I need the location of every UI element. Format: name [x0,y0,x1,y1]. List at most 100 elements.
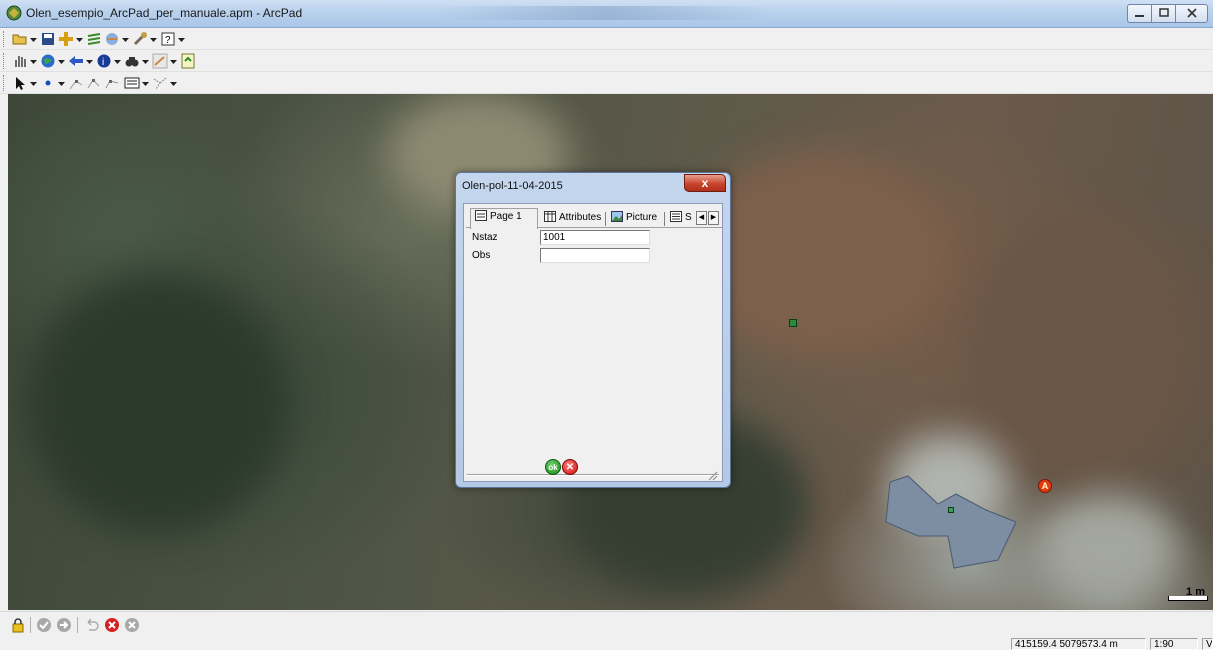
coordinates-readout: 415159.4 5079573.4 m [1011,638,1146,650]
vertex-move-icon[interactable] [104,75,120,91]
identify-icon[interactable]: i [96,53,112,69]
chevron-down-icon[interactable] [142,58,149,65]
chevron-down-icon[interactable] [30,58,37,65]
check-icon[interactable] [36,617,52,633]
undo-icon[interactable] [84,617,100,633]
obs-input[interactable] [540,248,650,263]
chevron-down-icon[interactable] [76,36,83,43]
chevron-down-icon[interactable] [58,80,65,87]
toolbar-grip[interactable] [3,75,6,91]
chevron-down-icon[interactable] [30,80,37,87]
zoom-globe-icon[interactable] [40,53,56,69]
tab-scroll-right-button[interactable]: ▶ [708,211,719,225]
polyline-icon[interactable] [152,75,168,91]
tab-separator [605,212,606,226]
chevron-down-icon[interactable] [170,80,177,87]
tab-page-1[interactable]: Page 1 [470,208,538,229]
chevron-down-icon[interactable] [142,80,149,87]
bottom-toolbar [0,611,1213,637]
chevron-down-icon[interactable] [30,36,37,43]
chevron-down-icon[interactable] [86,58,93,65]
form-page-icon [475,210,487,221]
tab-attributes[interactable]: Attributes [540,210,604,228]
main-toolbar: ? [0,28,1213,50]
open-folder-icon[interactable] [12,31,28,47]
toolbar-grip[interactable] [3,53,6,69]
lock-icon[interactable] [10,617,26,633]
tab-scroll-left-button[interactable]: ◀ [696,211,707,225]
add-layer-icon[interactable] [58,31,74,47]
toolbar-grip[interactable] [3,31,6,47]
save-icon[interactable] [40,31,56,47]
map-texture [968,214,1188,474]
background-window-title [440,6,770,20]
resize-grip-icon[interactable] [708,471,718,481]
tools-icon[interactable] [132,31,148,47]
table-of-contents-icon[interactable] [86,31,102,47]
close-window-button[interactable] [1175,4,1208,23]
gps-position-marker[interactable]: A [1038,479,1052,493]
nstaz-input[interactable] [540,230,650,245]
dialog-tabs: Page 1 Attributes Picture S ◀ ▶ [466,208,722,229]
list-icon [670,211,682,222]
picture-icon [611,211,623,222]
edit-toolbar [0,72,1213,94]
toolbar-divider [30,617,31,633]
point-icon[interactable] [40,75,56,91]
polygon-feature[interactable] [878,474,1018,574]
arcpad-logo-icon [6,5,22,21]
feature-vertex-marker[interactable] [948,507,954,513]
pan-icon[interactable] [12,53,28,69]
field-label: Obs [472,250,491,261]
forward-icon[interactable] [56,617,72,633]
form-icon[interactable] [124,75,140,91]
dialog-separator [467,474,719,476]
tab-label: Picture [626,212,658,223]
tab-picture[interactable]: Picture [607,210,663,228]
field-label: Nstaz [472,232,498,243]
feature-vertex-marker[interactable] [789,319,797,327]
gps-icon[interactable] [152,53,168,69]
chevron-down-icon[interactable] [150,36,157,43]
select-arrow-icon[interactable] [12,75,28,91]
dialog-close-button[interactable]: x [684,174,726,192]
tab-label: Attributes [559,212,602,223]
tab-separator [664,212,665,226]
status-bar: 415159.4 5079573.4 m 1:90 V [0,637,1213,650]
tab-label: Page 1 [490,211,522,222]
tab-label: S [685,212,692,223]
browse-toolbar: i [0,50,1213,72]
maximize-button[interactable] [1151,4,1176,23]
scale-bar-graphic [1168,596,1208,601]
svg-text:?: ? [165,35,171,46]
cancel-red-icon[interactable] [104,617,120,633]
map-texture [1038,494,1178,604]
restore-icon [1158,8,1169,17]
title-bar: Olen_esempio_ArcPad_per_manuale.apm - Ar… [0,0,1213,28]
svg-text:i: i [102,57,104,68]
layer-properties-icon[interactable] [104,31,120,47]
vertex-edit-icon[interactable] [86,75,102,91]
chevron-down-icon[interactable] [114,58,121,65]
feature-attributes-dialog: Olen-pol-11-04-2015 x Page 1 Attributes … [455,172,731,488]
refresh-icon[interactable] [180,53,196,69]
chevron-down-icon[interactable] [122,36,129,43]
chevron-down-icon[interactable] [58,58,65,65]
map-texture [28,274,288,534]
find-icon[interactable] [124,53,140,69]
chevron-down-icon[interactable] [178,36,185,43]
toolbar-divider [77,617,78,633]
chevron-down-icon[interactable] [170,58,177,65]
scale-bar: 1 m [1168,586,1208,602]
minimize-button[interactable] [1127,4,1152,23]
ok-button[interactable]: ok [545,459,561,475]
help-icon[interactable]: ? [160,31,176,47]
vertex-icon[interactable] [68,75,84,91]
cancel-button[interactable]: ✕ [562,459,578,475]
map-scale-readout[interactable]: 1:90 [1150,638,1198,650]
cancel-gray-icon[interactable] [124,617,140,633]
back-icon[interactable] [68,53,84,69]
table-icon [544,211,556,222]
window-title: Olen_esempio_ArcPad_per_manuale.apm - Ar… [26,6,303,20]
tab-s[interactable]: S [666,210,696,228]
